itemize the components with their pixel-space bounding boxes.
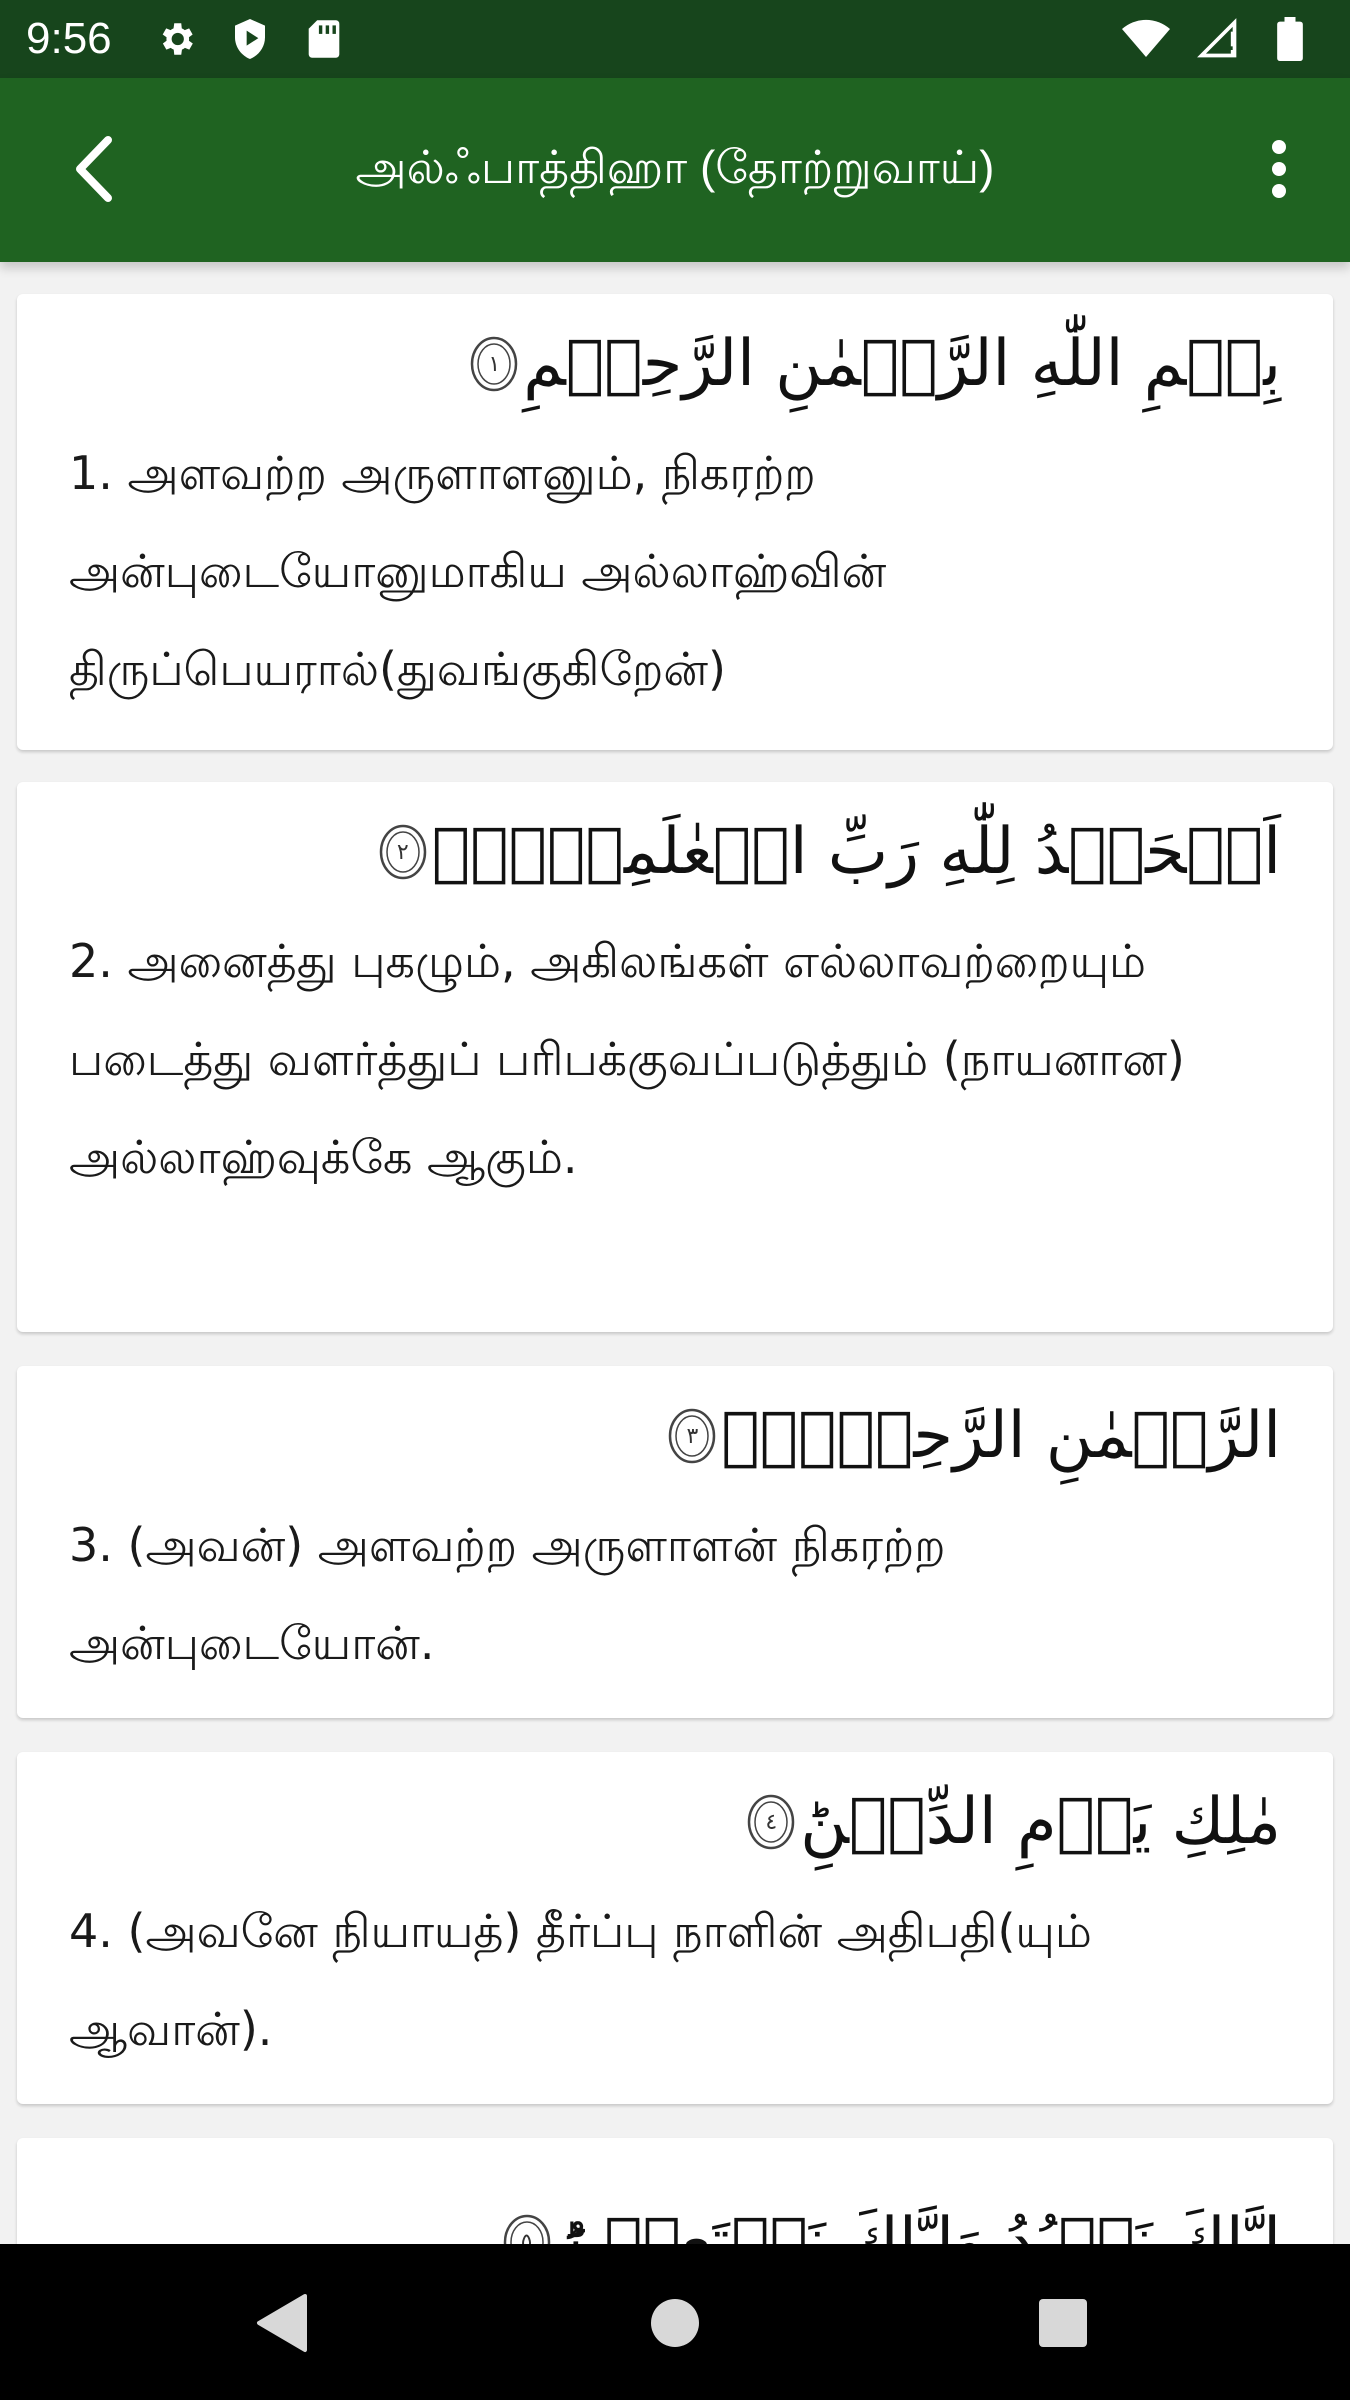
nav-home-button[interactable] bbox=[640, 2288, 710, 2358]
ayah-number-icon: ٢ bbox=[378, 823, 428, 881]
verse-card-4[interactable]: مٰلِكِ يَوۡمِ الدِّيۡنِؕ ٤ 4. (அவனே நியா… bbox=[17, 1752, 1333, 2104]
status-time: 9:56 bbox=[26, 14, 112, 63]
ayah-number-icon: ٤ bbox=[746, 1793, 796, 1851]
chevron-left-icon bbox=[76, 136, 112, 202]
ayah-number-icon: ٣ bbox=[667, 1407, 717, 1465]
app-bar: அல்ஃபாத்திஹா (தோற்றுவாய்) bbox=[0, 78, 1350, 262]
wifi-icon bbox=[1122, 15, 1170, 63]
sd-card-icon bbox=[300, 15, 348, 63]
nav-back-button[interactable] bbox=[246, 2288, 316, 2358]
arabic-text-1: بِسۡمِ اللّٰهِ الرَّحۡمٰنِ الرَّحِيۡمِ ١ bbox=[17, 294, 1333, 434]
translation-text-1: 1. அளவற்ற அருளாளனும், நிகரற்ற அன்புடையோன… bbox=[69, 446, 887, 696]
page-title: அல்ஃபாத்திஹா (தோற்றுவாய்) bbox=[355, 140, 995, 193]
overflow-menu-button[interactable] bbox=[1234, 124, 1324, 214]
battery-icon bbox=[1266, 15, 1314, 63]
ayah-number-icon: ٥ bbox=[502, 2213, 552, 2244]
arabic-text-4: مٰلِكِ يَوۡمِ الدِّيۡنِؕ ٤ bbox=[17, 1752, 1333, 1892]
arabic-text-5: اِيَّاكَ نَعۡبُدُ وَاِيَّاكَ نَسۡتَعِيۡن… bbox=[17, 2172, 1333, 2244]
nav-recents-button[interactable] bbox=[1028, 2288, 1098, 2358]
status-bar: 9:56 bbox=[0, 0, 1350, 78]
signal-icon bbox=[1194, 15, 1242, 63]
navigation-bar bbox=[0, 2244, 1350, 2400]
arabic-text-3: الرَّحۡمٰنِ الرَّحِيۡمِۙ ٣ bbox=[17, 1366, 1333, 1506]
verse-card-5[interactable]: اِيَّاكَ نَعۡبُدُ وَاِيَّاكَ نَسۡتَعِيۡن… bbox=[17, 2138, 1333, 2244]
square-recents-icon bbox=[1039, 2299, 1087, 2347]
verse-card-3[interactable]: الرَّحۡمٰنِ الرَّحِيۡمِۙ ٣ 3. (அவன்) அளவ… bbox=[17, 1366, 1333, 1718]
shield-play-icon bbox=[226, 15, 274, 63]
triangle-back-icon bbox=[257, 2294, 307, 2352]
gear-icon bbox=[152, 15, 200, 63]
back-button[interactable] bbox=[50, 124, 140, 214]
translation-text-2: 2. அனைத்து புகழும், அகிலங்கள் எல்லாவற்றை… bbox=[69, 934, 1185, 1184]
more-vertical-icon bbox=[1272, 140, 1286, 198]
verse-card-1[interactable]: بِسۡمِ اللّٰهِ الرَّحۡمٰنِ الرَّحِيۡمِ ١… bbox=[17, 294, 1333, 750]
ayah-number-icon: ١ bbox=[469, 335, 519, 393]
verse-card-2[interactable]: اَلۡحَمۡدُ لِلّٰهِ رَبِّ الۡعٰلَمِيۡنَۙ … bbox=[17, 782, 1333, 1332]
arabic-text-2: اَلۡحَمۡدُ لِلّٰهِ رَبِّ الۡعٰلَمِيۡنَۙ … bbox=[17, 782, 1333, 922]
translation-text-4: 4. (அவனே நியாயத்) தீர்ப்பு நாளின் அதிபதி… bbox=[69, 1904, 1092, 2056]
verse-list[interactable]: بِسۡمِ اللّٰهِ الرَّحۡمٰنِ الرَّحِيۡمِ ١… bbox=[0, 262, 1350, 2244]
circle-home-icon bbox=[651, 2299, 699, 2347]
translation-text-3: 3. (அவன்) அளவற்ற அருளாளன் நிகரற்ற அன்புட… bbox=[69, 1518, 946, 1670]
